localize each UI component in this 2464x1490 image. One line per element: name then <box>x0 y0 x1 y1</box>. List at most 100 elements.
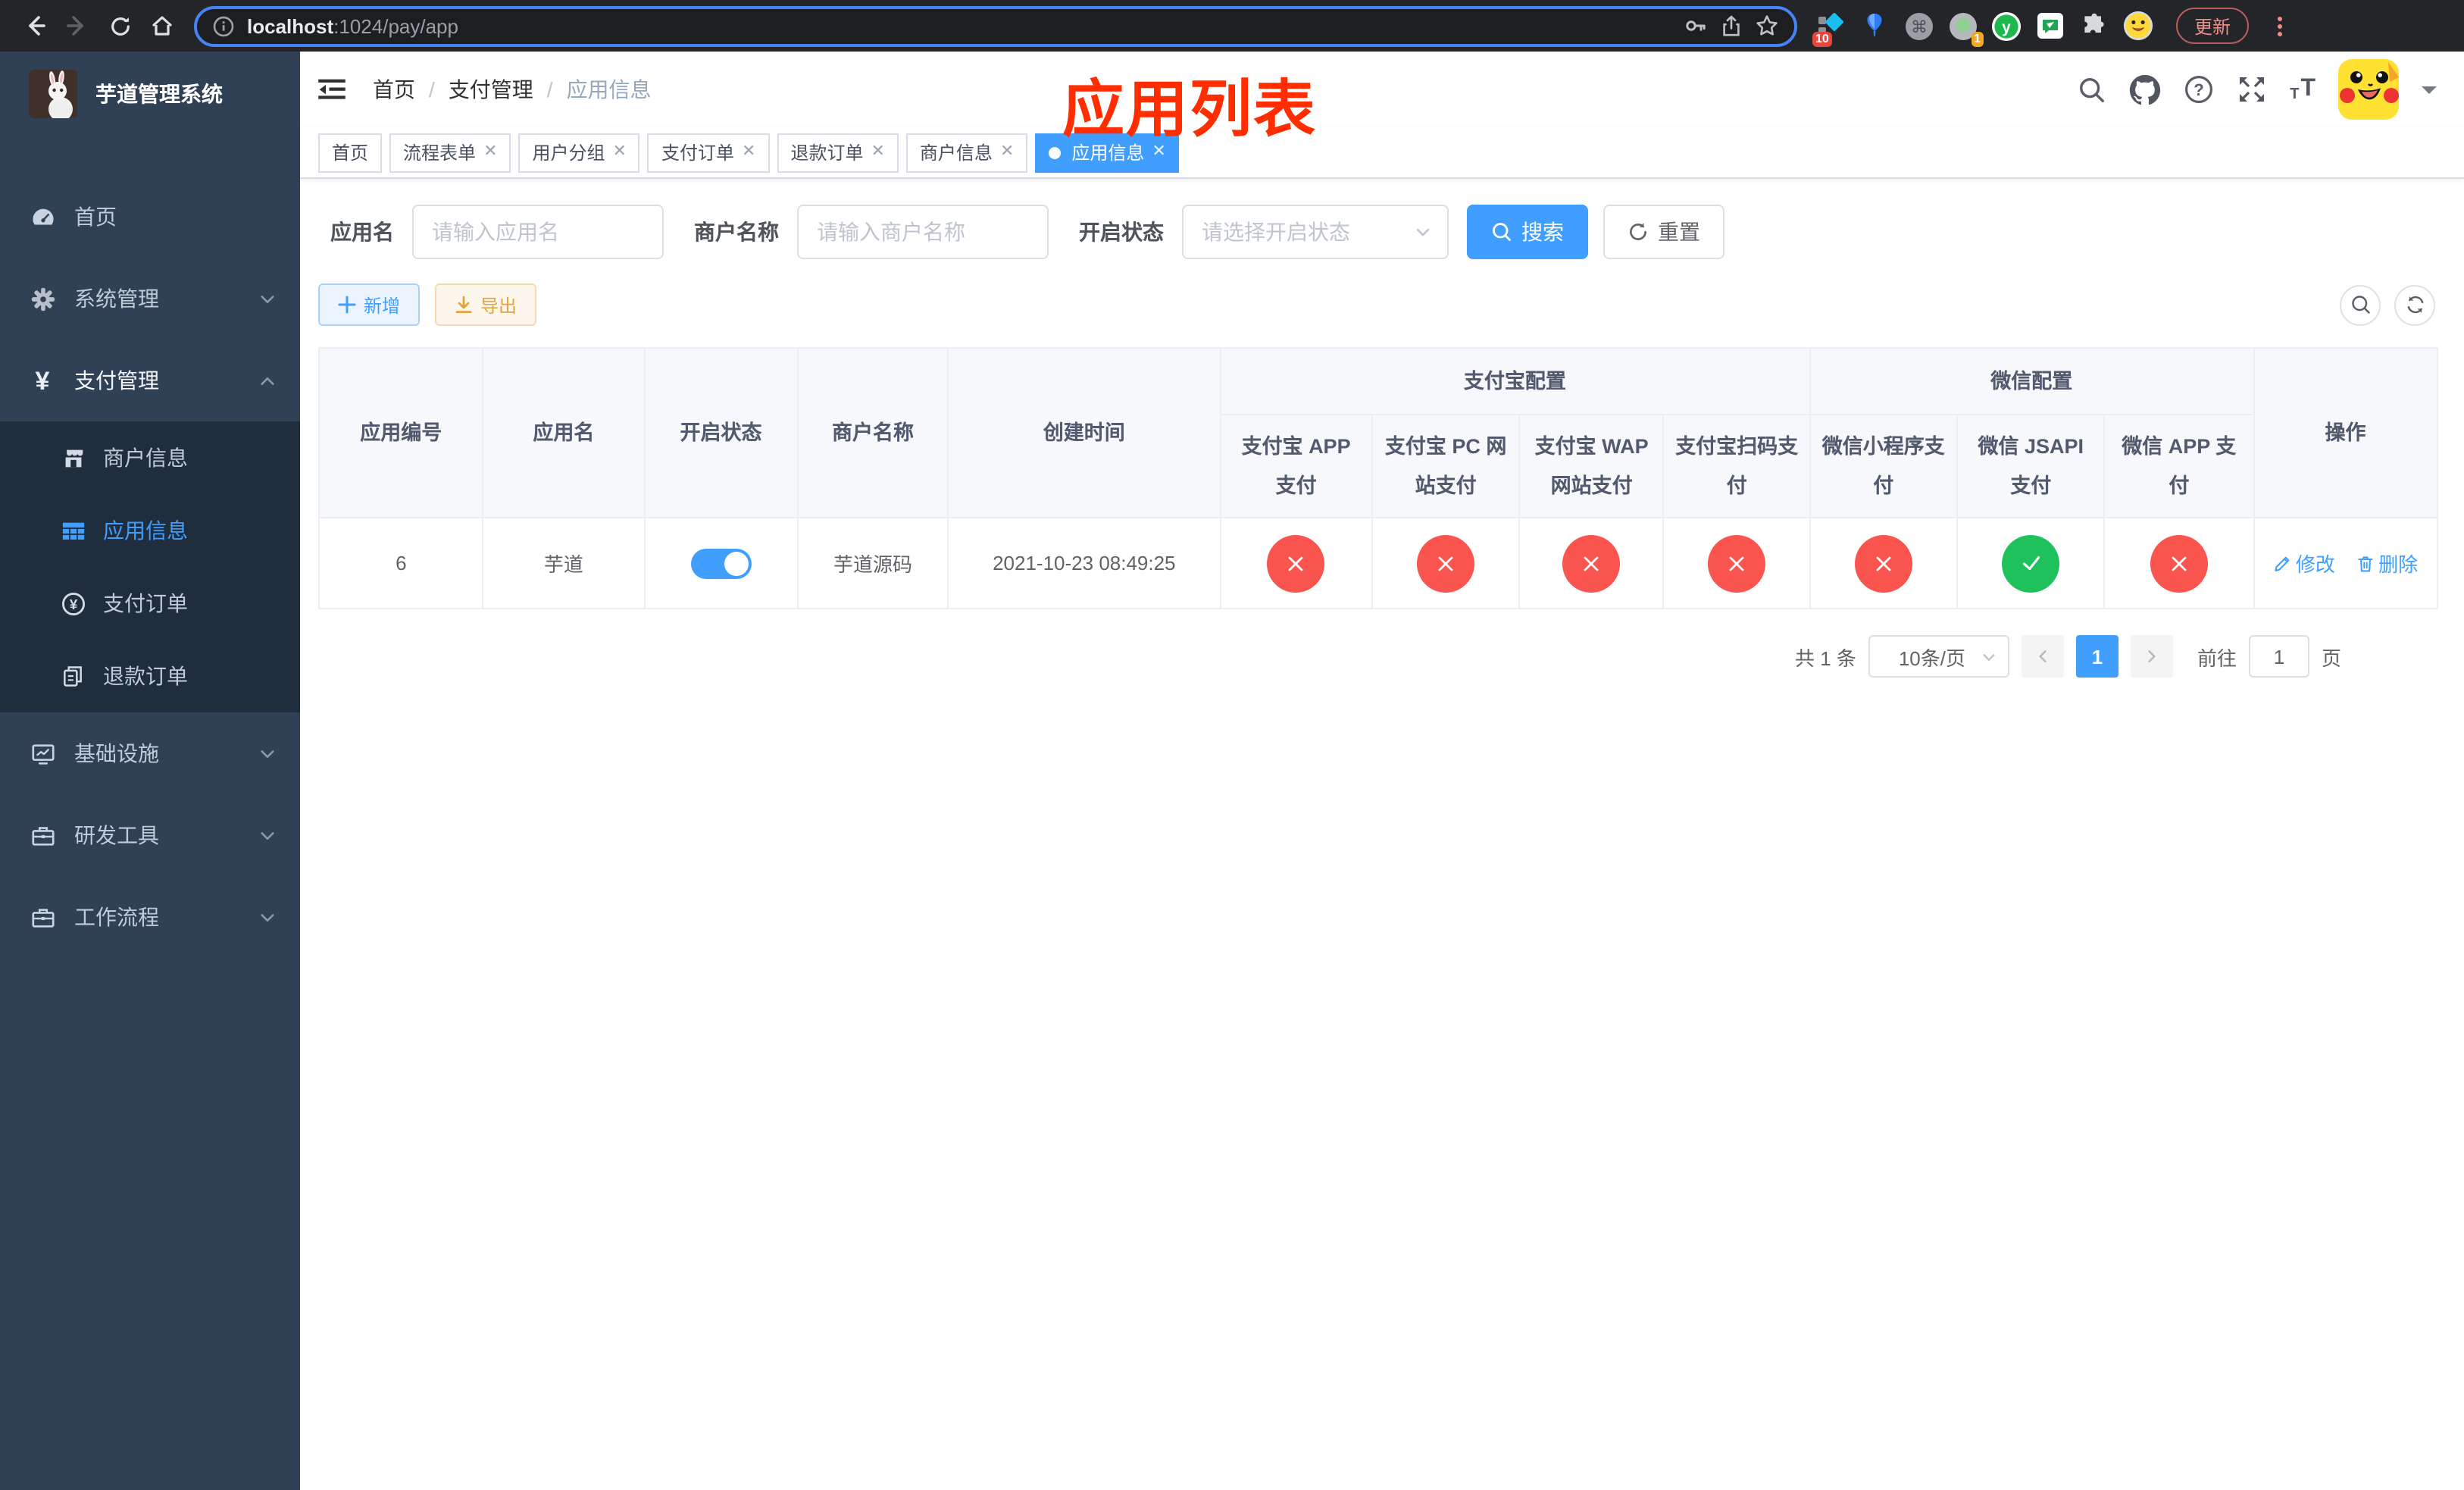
status-select[interactable]: 请选择开启状态 <box>1182 205 1449 259</box>
toggle-search-button[interactable] <box>2340 284 2381 325</box>
sidebar-item-dev-tools[interactable]: 研发工具 <box>0 794 300 876</box>
tab-merchant-info[interactable]: 商户信息 ✕ <box>905 133 1028 172</box>
prev-page-button[interactable] <box>2021 635 2064 678</box>
cell-created: 2021-10-23 08:49:25 <box>947 517 1221 609</box>
browser-menu-icon[interactable] <box>2269 16 2290 36</box>
sidebar-item-workflow[interactable]: 工作流程 <box>0 876 300 958</box>
tab-home[interactable]: 首页 <box>318 133 383 172</box>
app-logo[interactable]: 芋道管理系统 <box>0 52 300 136</box>
status-alipay-qr <box>1708 534 1766 592</box>
page-content: 应用名 商户名称 开启状态 请选择开启状态 搜索 重置 <box>300 179 2464 1490</box>
table-row: 6 芋道 芋道源码 2021-10-23 08:49:25 修改 删除 <box>317 517 2439 609</box>
close-icon[interactable]: ✕ <box>871 143 884 161</box>
breadcrumb-current: 应用信息 <box>566 77 652 102</box>
sidebar-item-payment-management[interactable]: ¥ 支付管理 <box>0 340 300 421</box>
svg-text:¥: ¥ <box>69 596 77 612</box>
check-icon <box>2022 556 2040 571</box>
extension-recorder-icon[interactable]: 1 <box>1947 11 1984 47</box>
col-header-app-name: 应用名 <box>482 347 646 518</box>
chevron-down-icon <box>1983 653 1995 660</box>
add-button[interactable]: 新增 <box>318 283 421 326</box>
user-avatar[interactable] <box>2338 59 2399 120</box>
sidebar-subitem-refund-order[interactable]: 退款订单 <box>0 640 300 712</box>
gear-icon <box>29 286 56 311</box>
download-icon <box>455 296 472 313</box>
browser-profile-avatar[interactable] <box>2123 11 2153 41</box>
browser-update-button[interactable]: 更新 <box>2176 8 2250 44</box>
delete-link[interactable]: 删除 <box>2356 549 2418 578</box>
export-button[interactable]: 导出 <box>435 283 537 326</box>
sidebar-subitem-payment-order[interactable]: ¥ 支付订单 <box>0 567 300 640</box>
page-number-current[interactable]: 1 <box>2075 635 2118 678</box>
extension-y-icon[interactable]: y <box>1991 11 2022 41</box>
cross-icon <box>2172 556 2187 571</box>
sidebar-subitem-app-info[interactable]: 应用信息 <box>0 494 300 567</box>
col-header-enabled: 开启状态 <box>643 347 799 518</box>
col-header-alipay-wap: 支付宝 WAP 网站支付 <box>1518 414 1665 518</box>
extension-balloon-icon[interactable] <box>1859 11 1890 41</box>
close-icon[interactable]: ✕ <box>1000 143 1014 161</box>
search-button[interactable]: 搜索 <box>1467 205 1588 259</box>
tab-refund-order[interactable]: 退款订单 ✕ <box>777 133 899 172</box>
bookmark-star-icon[interactable] <box>1755 14 1779 38</box>
chevron-down-icon <box>259 827 276 844</box>
grid-table-icon <box>59 518 86 543</box>
sidebar-item-infrastructure[interactable]: 基础设施 <box>0 712 300 794</box>
fullscreen-icon[interactable] <box>2237 74 2267 105</box>
app-name-input[interactable] <box>412 205 664 259</box>
share-icon[interactable] <box>1720 14 1743 38</box>
tab-pay-order[interactable]: 支付订单 ✕ <box>647 133 770 172</box>
page-size-select[interactable]: 10条/页 <box>1868 635 2009 678</box>
browser-reload-button[interactable] <box>100 6 139 45</box>
site-info-icon[interactable] <box>212 14 235 37</box>
tab-flow-form[interactable]: 流程表单 ✕ <box>389 133 511 172</box>
extensions-puzzle-icon[interactable] <box>2079 11 2109 41</box>
close-icon[interactable]: ✕ <box>742 143 755 161</box>
avatar-caret-icon[interactable] <box>2422 86 2437 101</box>
next-page-button[interactable] <box>2130 635 2173 678</box>
refresh-table-button[interactable] <box>2394 284 2435 325</box>
status-alipay-app <box>1267 534 1325 592</box>
reload-icon <box>111 16 129 35</box>
browser-back-button[interactable] <box>15 6 55 45</box>
filter-form: 应用名 商户名称 开启状态 请选择开启状态 搜索 重置 <box>318 205 2438 259</box>
password-key-icon[interactable] <box>1684 14 1708 38</box>
browser-forward-button[interactable] <box>58 6 97 45</box>
logo-image <box>29 70 77 118</box>
chevron-left-icon <box>2039 650 2047 662</box>
breadcrumb-home[interactable]: 首页 <box>373 74 415 105</box>
col-header-alipay-app: 支付宝 APP 支付 <box>1219 414 1373 518</box>
svg-text:?: ? <box>2194 80 2203 99</box>
close-icon[interactable]: ✕ <box>483 143 497 161</box>
col-header-operations: 操作 <box>2253 347 2439 518</box>
address-bar[interactable]: localhost:1024/pay/app <box>194 5 1797 46</box>
sidebar: 芋道管理系统 首页 系统管理 ¥ 支付管理 商户信息 应用信息 ¥ 支付订单 退… <box>0 52 300 1490</box>
breadcrumb-payment[interactable]: 支付管理 <box>449 74 533 105</box>
extension-badge: 10 <box>1812 32 1832 47</box>
sidebar-item-home[interactable]: 首页 <box>0 176 300 258</box>
cross-icon <box>1729 556 1744 571</box>
edit-link[interactable]: 修改 <box>2273 549 2335 578</box>
browser-home-button[interactable] <box>142 6 182 45</box>
col-header-wx-jsapi: 微信 JSAPI 支付 <box>1956 414 2106 518</box>
github-icon[interactable] <box>2129 74 2161 105</box>
app-name-label: 应用名 <box>330 220 394 244</box>
yen-circle-icon: ¥ <box>59 590 86 616</box>
extension-diamond-icon[interactable]: 10 <box>1812 11 1846 47</box>
enabled-toggle[interactable] <box>690 548 752 578</box>
extension-chat-icon[interactable] <box>2035 11 2065 41</box>
extension-command-icon[interactable]: ⌘ <box>1903 11 1934 41</box>
sidebar-subitem-merchant-info[interactable]: 商户信息 <box>0 421 300 494</box>
goto-page-input[interactable] <box>2248 635 2309 678</box>
tab-user-group[interactable]: 用户分组 ✕ <box>518 133 640 172</box>
font-size-icon[interactable]: TT <box>2290 76 2315 103</box>
cell-app-id: 6 <box>317 517 484 609</box>
merchant-name-input[interactable] <box>797 205 1049 259</box>
header-search-icon[interactable] <box>2078 75 2106 104</box>
payment-submenu: 商户信息 应用信息 ¥ 支付订单 退款订单 <box>0 421 300 712</box>
reset-button[interactable]: 重置 <box>1603 205 1724 259</box>
close-icon[interactable]: ✕ <box>613 143 627 161</box>
sidebar-collapse-icon[interactable] <box>315 73 349 106</box>
sidebar-item-system-management[interactable]: 系统管理 <box>0 258 300 340</box>
help-icon[interactable]: ? <box>2184 74 2214 105</box>
